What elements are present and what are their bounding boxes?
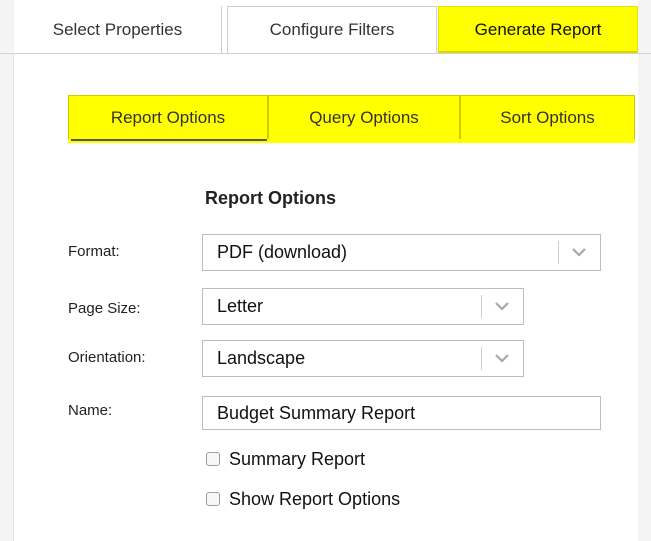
tab-label: Select Properties [52,19,183,39]
orientation-value: Landscape [217,348,306,368]
select-divider [481,347,482,370]
tab-generate-report[interactable]: Generate Report [438,6,638,53]
sub-tab-bar: Report Options Query Options Sort Option… [68,95,635,143]
summary-report-checkbox[interactable] [206,452,220,466]
format-label: Format: [68,243,120,260]
format-select[interactable]: PDF (download) [202,234,601,271]
subtab-label: Report Options [110,107,226,127]
section-title: Report Options [205,188,336,208]
subtab-report-options[interactable]: Report Options [68,95,268,141]
format-value: PDF (download) [217,242,348,262]
tab-bar-baseline [0,53,651,54]
subtab-label: Query Options [309,107,419,127]
page-size-label: Page Size: [68,300,141,317]
tab-label: Configure Filters [269,20,395,39]
summary-report-option[interactable]: Summary Report [206,446,365,472]
show-report-options-option[interactable]: Show Report Options [206,486,400,512]
orientation-select[interactable]: Landscape [202,340,524,377]
subtab-sort-options[interactable]: Sort Options [460,95,635,139]
left-panel-edge [0,0,14,541]
tab-configure-filters[interactable]: Configure Filters [227,6,437,53]
right-panel-edge [638,0,651,541]
summary-report-label[interactable]: Summary Report [229,446,365,472]
show-report-options-checkbox[interactable] [206,492,220,506]
name-label: Name: [68,402,113,419]
page-size-select[interactable]: Letter [202,288,524,325]
active-tab-indicator [439,51,637,53]
top-tab-bar: Select Properties Configure Filters Gene… [0,0,651,55]
select-divider [481,295,482,318]
select-divider [558,241,559,264]
tab-label: Generate Report [474,20,602,39]
orientation-label: Orientation: [68,349,146,366]
chevron-down-icon[interactable] [571,246,587,258]
chevron-down-icon[interactable] [494,300,510,312]
chevron-down-icon[interactable] [494,352,510,364]
tab-select-properties[interactable]: Select Properties [14,6,222,53]
subtab-label: Sort Options [500,107,595,127]
subtab-query-options[interactable]: Query Options [268,95,460,139]
report-name-input[interactable] [202,396,601,430]
show-report-options-label[interactable]: Show Report Options [229,486,400,512]
page-size-value: Letter [217,296,264,316]
